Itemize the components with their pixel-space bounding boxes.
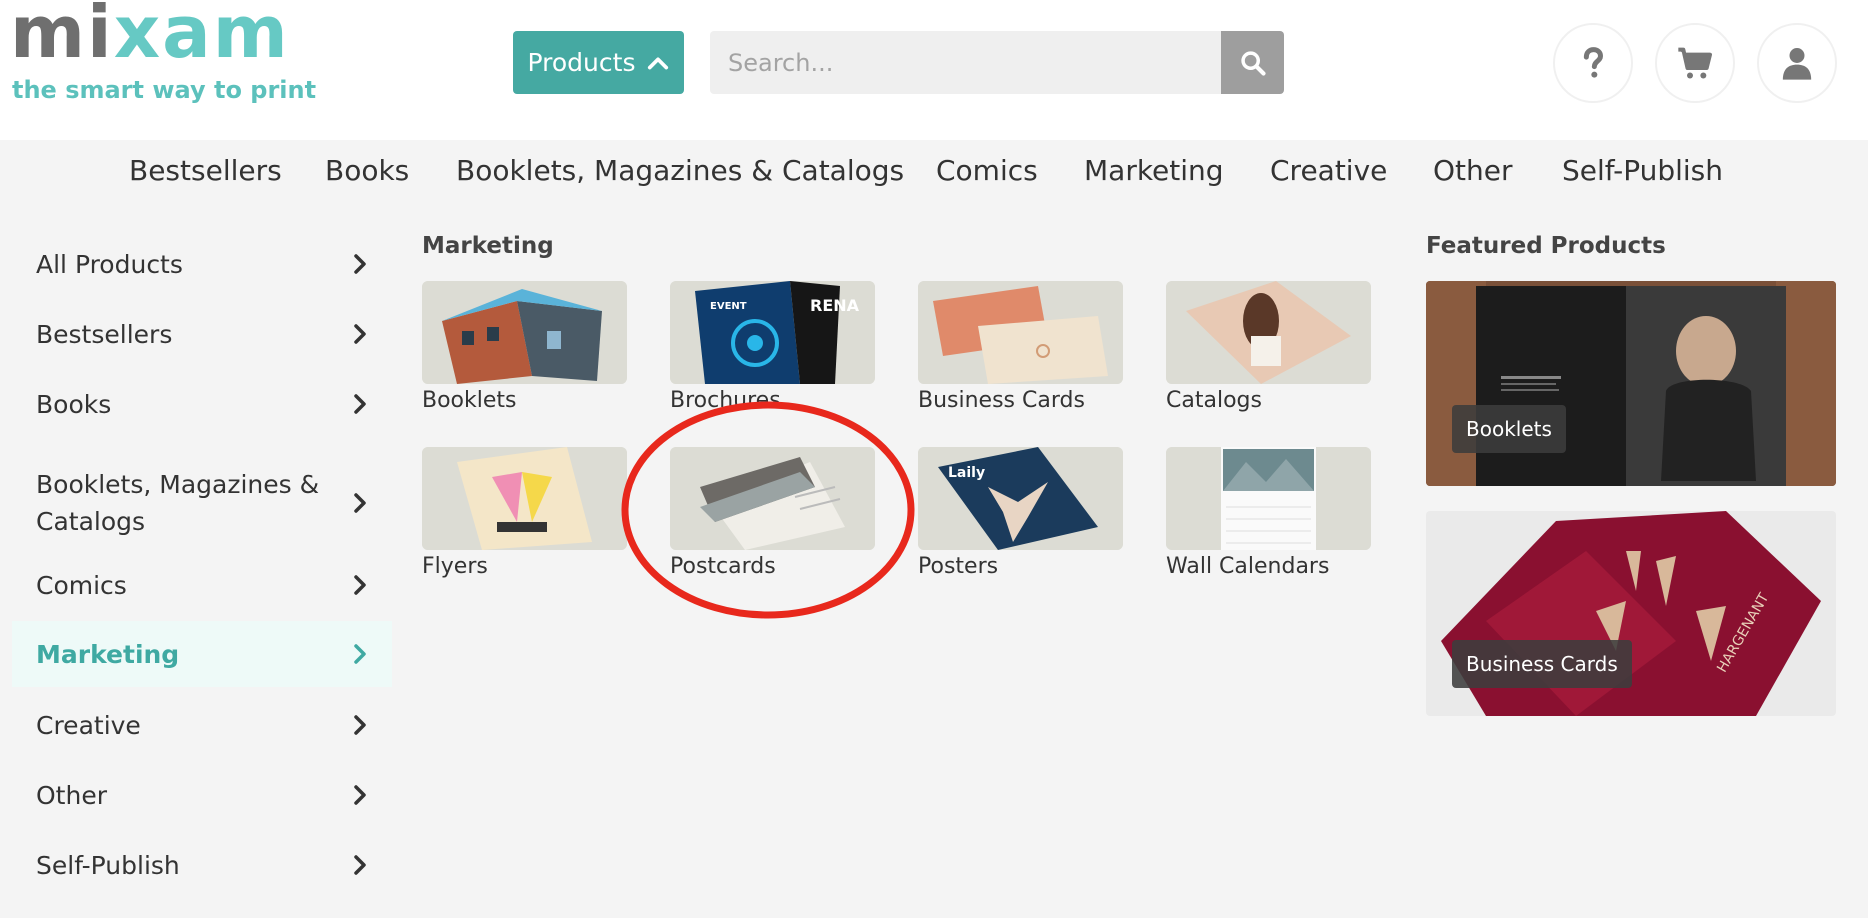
- chevron-up-icon: [648, 57, 669, 69]
- product-label: Flyers: [422, 554, 488, 579]
- product-thumbnail: [422, 281, 627, 384]
- category-nav: Bestsellers Books Booklets, Magazines & …: [0, 140, 1868, 210]
- product-thumbnail: [1166, 447, 1371, 550]
- sidebar-item-all-products[interactable]: All Products: [12, 231, 392, 297]
- chevron-right-icon: [354, 644, 366, 664]
- featured-image: [1426, 281, 1836, 486]
- nav-item-creative[interactable]: Creative: [1270, 154, 1387, 187]
- product-tile-business-cards[interactable]: Business Cards: [918, 281, 1123, 413]
- product-label: Catalogs: [1166, 388, 1262, 413]
- svg-text:EVENT: EVENT: [710, 301, 747, 312]
- sidebar-item-label: Bestsellers: [36, 319, 173, 349]
- chevron-right-icon: [354, 394, 366, 414]
- featured-label: Booklets: [1452, 405, 1566, 453]
- featured-label: Business Cards: [1452, 640, 1632, 688]
- chevron-right-icon: [354, 324, 366, 344]
- sidebar-item-bestsellers[interactable]: Bestsellers: [12, 301, 392, 367]
- product-tile-flyers[interactable]: Flyers: [422, 447, 627, 579]
- product-thumbnail: [422, 447, 627, 550]
- section-title-marketing: Marketing: [422, 233, 554, 259]
- product-tile-catalogs[interactable]: Catalogs: [1166, 281, 1371, 413]
- svg-text:RENA: RENA: [810, 296, 860, 315]
- product-tile-posters[interactable]: Laily Posters: [918, 447, 1123, 579]
- sidebar-item-label: Creative: [36, 710, 141, 740]
- product-thumbnail: Laily: [918, 447, 1123, 550]
- logo-wordmark: mixam: [10, 0, 290, 74]
- nav-item-comics[interactable]: Comics: [936, 154, 1038, 187]
- sidebar-item-label: All Products: [36, 249, 183, 279]
- logo-tagline: the smart way to print: [12, 76, 317, 104]
- product-tile-booklets[interactable]: Booklets: [422, 281, 627, 413]
- chevron-right-icon: [354, 575, 366, 595]
- product-label: Posters: [918, 554, 999, 579]
- question-icon: [1583, 47, 1604, 78]
- nav-item-books[interactable]: Books: [325, 154, 409, 187]
- nav-item-marketing[interactable]: Marketing: [1084, 154, 1224, 187]
- featured-products-title: Featured Products: [1426, 233, 1666, 259]
- product-thumbnail: [918, 281, 1123, 384]
- product-tile-brochures[interactable]: EVENT RENA Brochures: [670, 281, 875, 413]
- product-label: Booklets: [422, 388, 517, 413]
- sidebar-item-marketing[interactable]: Marketing: [12, 621, 392, 687]
- sidebar-item-comics[interactable]: Comics: [12, 552, 392, 618]
- user-icon: [1782, 48, 1812, 80]
- chevron-right-icon: [354, 493, 366, 513]
- product-label: Postcards: [670, 554, 776, 579]
- search-input[interactable]: [710, 31, 1222, 94]
- cart-icon: [1678, 47, 1712, 79]
- sidebar-item-label: Self-Publish: [36, 850, 180, 880]
- sidebar-item-booklets-magazines-catalogs[interactable]: Booklets, Magazines & Catalogs: [12, 457, 392, 549]
- svg-text:Laily: Laily: [948, 465, 985, 481]
- site-header: mixam the smart way to print Products: [0, 0, 1868, 140]
- search-button[interactable]: [1221, 31, 1284, 94]
- sidebar-item-books[interactable]: Books: [12, 371, 392, 437]
- sidebar-item-label: Comics: [36, 570, 127, 600]
- product-tile-postcards[interactable]: Postcards: [670, 447, 875, 579]
- product-tile-wall-calendars[interactable]: Wall Calendars: [1166, 447, 1371, 579]
- nav-item-other[interactable]: Other: [1433, 154, 1513, 187]
- sidebar-item-other[interactable]: Other: [12, 762, 392, 828]
- chevron-right-icon: [354, 254, 366, 274]
- product-thumbnail: EVENT RENA: [670, 281, 875, 384]
- product-label: Brochures: [670, 388, 781, 413]
- sidebar-item-label: Booklets, Magazines & Catalogs: [36, 470, 320, 536]
- product-thumbnail: [1166, 281, 1371, 384]
- product-label: Business Cards: [918, 388, 1085, 413]
- sidebar-item-label: Books: [36, 389, 112, 419]
- account-button[interactable]: [1757, 23, 1837, 103]
- mixam-logo[interactable]: mixam the smart way to print: [10, 0, 316, 105]
- product-label: Wall Calendars: [1166, 554, 1330, 579]
- sidebar-item-self-publish[interactable]: Self-Publish: [12, 832, 392, 898]
- chevron-right-icon: [354, 855, 366, 875]
- cart-button[interactable]: [1655, 23, 1735, 103]
- products-menu-button[interactable]: Products: [513, 31, 684, 94]
- help-button[interactable]: [1553, 23, 1633, 103]
- search-icon: [1240, 50, 1266, 76]
- chevron-right-icon: [354, 715, 366, 735]
- search-box: [710, 31, 1222, 94]
- sidebar-item-label: Marketing: [36, 639, 180, 669]
- nav-item-self-publish[interactable]: Self-Publish: [1562, 154, 1723, 187]
- sidebar-item-creative[interactable]: Creative: [12, 692, 392, 758]
- featured-card-business-cards[interactable]: HARGENANT Business Cards: [1426, 511, 1836, 716]
- product-thumbnail: [670, 447, 875, 550]
- chevron-right-icon: [354, 785, 366, 805]
- nav-item-bestsellers[interactable]: Bestsellers: [129, 154, 282, 187]
- sidebar-item-label: Other: [36, 780, 107, 810]
- products-button-label: Products: [527, 48, 636, 77]
- featured-card-booklets[interactable]: Booklets: [1426, 281, 1836, 486]
- nav-item-booklets-magazines-catalogs[interactable]: Booklets, Magazines & Catalogs: [456, 154, 904, 187]
